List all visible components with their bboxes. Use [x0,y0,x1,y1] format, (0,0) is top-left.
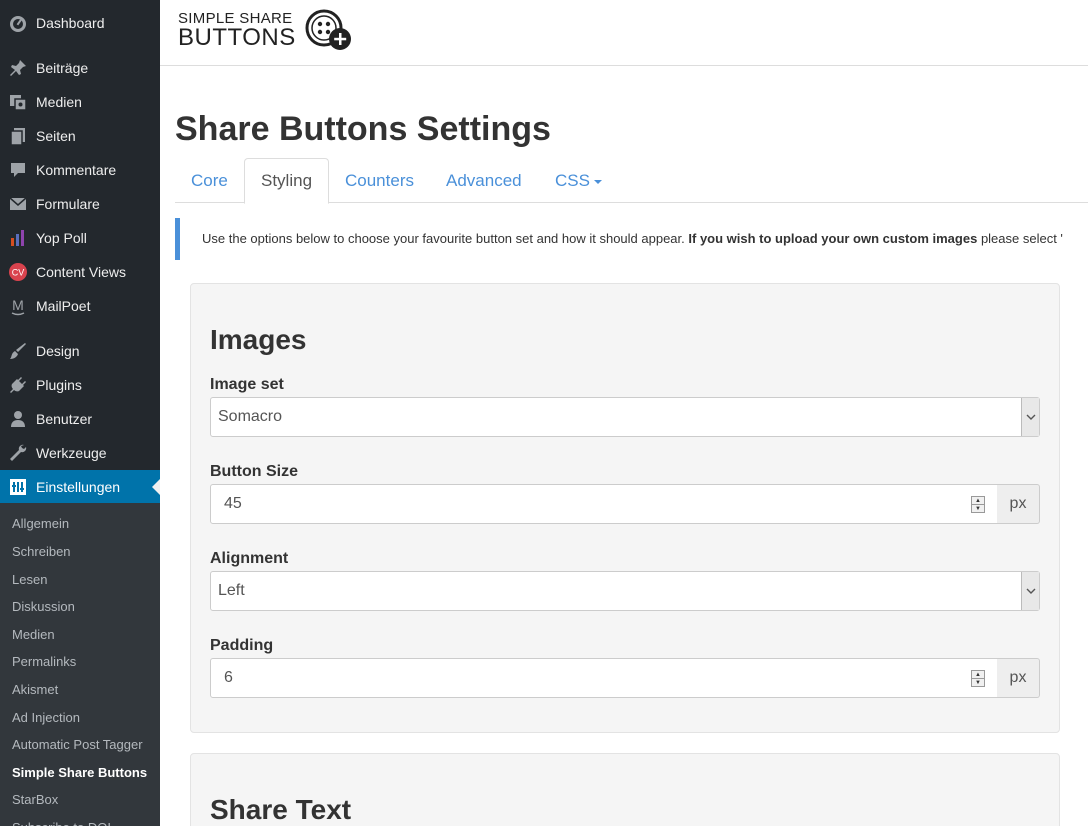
menu-item-yop-poll[interactable]: Yop Poll [0,221,160,255]
plugin-icon [0,368,36,402]
dashboard-icon [0,6,36,40]
menu-item-plugins[interactable]: Plugins [0,368,160,402]
submenu-item-schreiben[interactable]: Schreiben [12,538,71,566]
menu-label: Werkzeuge [36,445,107,461]
svg-text:CV: CV [12,268,25,278]
settings-icon [0,470,36,504]
menu-label: Medien [36,94,82,110]
tab-counters[interactable]: Counters [329,158,430,203]
admin-sidebar: Dashboard Beiträge Medien Seiten Komment… [0,0,160,826]
alignment-label: Alignment [210,550,289,567]
image-set-label: Image set [210,376,284,393]
submenu-item-akismet[interactable]: Akismet [12,676,58,704]
menu-item-mailpoet[interactable]: M MailPoet [0,289,160,323]
tab-advanced[interactable]: Advanced [430,158,538,203]
button-logo-icon [304,8,354,52]
button-size-input[interactable]: 45 ▲ ▼ [210,484,998,524]
number-spinner-icon[interactable]: ▲ ▼ [971,670,985,687]
menu-label: Einstellungen [36,479,121,495]
svg-text:M: M [12,297,24,313]
menu-label: Formulare [36,196,100,212]
share-text-panel: Share Text [190,753,1060,826]
caret-down-icon [593,179,602,184]
submenu-item-diskussion[interactable]: Diskussion [12,593,75,621]
menu-label: Yop Poll [36,230,87,246]
menu-item-kommentare[interactable]: Kommentare [0,153,160,187]
image-set-value: Somacro [218,408,283,425]
images-panel: Images Image set Somacro Button Size 45 … [190,283,1060,733]
submenu-item-allgemein[interactable]: Allgemein [12,510,69,538]
share-text-panel-title: Share Text [210,794,352,825]
menu-label: Dashboard [36,15,105,31]
padding-unit: px [997,658,1040,698]
chevron-down-icon[interactable] [1021,572,1039,610]
wrench-icon [0,436,36,470]
menu-item-design[interactable]: Design [0,334,160,368]
padding-label: Padding [210,637,274,654]
submenu-item-subscribe-to-doi[interactable]: Subscribe to DOI [12,814,111,826]
menu-item-einstellungen[interactable]: Einstellungen [0,470,160,504]
menu-item-content-views[interactable]: CV Content Views [0,255,160,289]
logo-line-2: BUTTONS [178,23,296,51]
info-notice: Use the options below to choose your fav… [175,218,1088,260]
image-set-select[interactable]: Somacro [210,397,1040,437]
padding-value: 6 [224,669,233,686]
comment-icon [0,153,36,187]
submenu-item-lesen[interactable]: Lesen [12,566,47,594]
alignment-select[interactable]: Left [210,571,1040,611]
menu-item-formulare[interactable]: Formulare [0,187,160,221]
button-size-value: 45 [224,495,242,512]
submenu-item-permalinks[interactable]: Permalinks [12,648,76,676]
submenu-item-medien[interactable]: Medien [12,621,55,649]
menu-item-benutzer[interactable]: Benutzer [0,402,160,436]
button-size-label: Button Size [210,463,298,480]
submenu-item-simple-share-buttons[interactable]: Simple Share Buttons [12,759,147,787]
menu-label: Content Views [36,264,127,280]
menu-item-werkzeuge[interactable]: Werkzeuge [0,436,160,470]
pages-icon [0,119,36,153]
button-size-unit: px [997,484,1040,524]
brush-icon [0,334,36,368]
menu-item-medien[interactable]: Medien [0,85,160,119]
cv-icon: CV [0,255,36,289]
tab-core[interactable]: Core [175,158,244,203]
padding-input[interactable]: 6 ▲ ▼ [210,658,998,698]
plugin-logo: SIMPLE SHARE BUTTONS [178,8,354,52]
poll-icon [0,221,36,255]
plugin-header: SIMPLE SHARE BUTTONS [160,0,1088,66]
notice-bold-text: If you wish to upload your own custom im… [688,231,978,246]
mailpoet-icon: M [0,289,36,323]
menu-label: MailPoet [36,298,91,314]
settings-submenu: Allgemein Schreiben Lesen Diskussion Med… [0,503,160,826]
settings-tabs: Core Styling Counters Advanced CSS [175,158,1088,204]
tab-css[interactable]: CSS [539,158,618,203]
user-icon [0,402,36,436]
page-title: Share Buttons Settings [175,110,551,148]
menu-label: Beiträge [36,60,89,76]
alignment-value: Left [218,582,245,599]
tab-styling[interactable]: Styling [244,158,330,204]
number-spinner-icon[interactable]: ▲ ▼ [971,496,985,513]
menu-label: Benutzer [36,411,93,427]
mail-icon [0,187,36,221]
menu-item-dashboard[interactable]: Dashboard [0,6,160,40]
submenu-item-starbox[interactable]: StarBox [12,786,58,814]
menu-item-seiten[interactable]: Seiten [0,119,160,153]
notice-text: Use the options below to choose your fav… [202,231,685,246]
pin-icon [0,51,36,85]
main-content: Share Buttons Settings Core Styling Coun… [175,66,1088,826]
menu-label: Design [36,343,80,359]
menu-item-beitraege[interactable]: Beiträge [0,51,160,85]
menu-label: Kommentare [36,162,117,178]
notice-tail-text: please select ' [980,231,1063,246]
chevron-down-icon[interactable] [1021,398,1039,436]
media-icon [0,85,36,119]
images-panel-title: Images [210,324,307,355]
submenu-item-ad-injection[interactable]: Ad Injection [12,704,80,732]
submenu-item-automatic-post-tagger[interactable]: Automatic Post Tagger [12,731,143,759]
menu-label: Plugins [36,377,82,393]
menu-label: Seiten [36,128,76,144]
